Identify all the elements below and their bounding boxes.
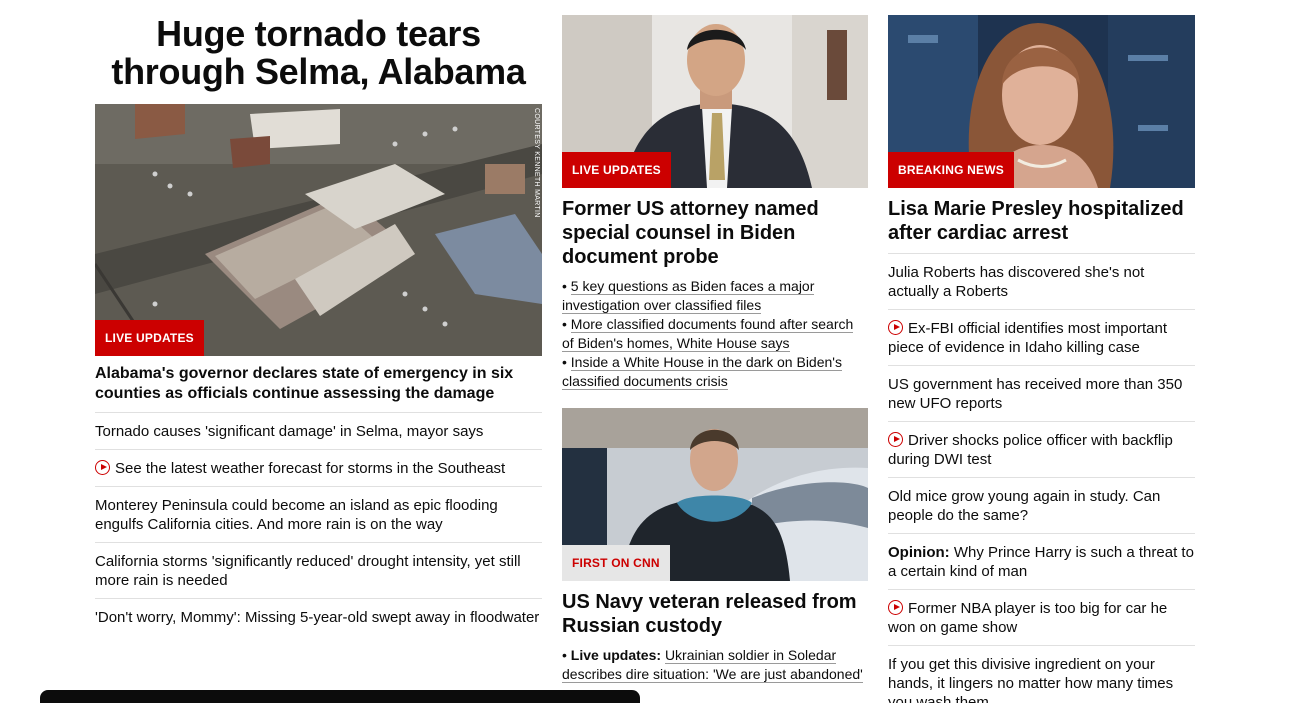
list-item[interactable]: See the latest weather forecast for stor…	[95, 449, 542, 486]
list-item[interactable]: Old mice grow young again in study. Can …	[888, 477, 1195, 533]
veteran-story: US Navy veteran released from Russian cu…	[562, 581, 868, 684]
list-item[interactable]: Ex-FBI official identifies most importan…	[888, 309, 1195, 365]
opinion-label: Opinion:	[888, 544, 950, 561]
third-column: BREAKING NEWS Lisa Marie Presley hospita…	[888, 15, 1195, 703]
list-item[interactable]: Opinion: Why Prince Harry is such a thre…	[888, 533, 1195, 589]
presley-headline[interactable]: Lisa Marie Presley hospitalized after ca…	[888, 197, 1195, 245]
list-item[interactable]: Julia Roberts has discovered she's not a…	[888, 253, 1195, 309]
bullet-link[interactable]: 5 key questions as Biden faces a major i…	[562, 278, 815, 314]
lead-link[interactable]: Alabama's governor declares state of eme…	[95, 364, 542, 404]
attorney-image[interactable]: LIVE UPDATES	[562, 15, 868, 188]
veteran-image[interactable]: FIRST ON CNN	[562, 408, 868, 581]
bullet-link[interactable]: Inside a White House in the dark on Bide…	[562, 354, 842, 390]
bullet-link[interactable]: More classified documents found after se…	[562, 316, 854, 352]
veteran-bullets: • Live updates: Ukrainian soldier in Sol…	[562, 646, 868, 684]
counsel-bullets: • 5 key questions as Biden faces a major…	[562, 277, 868, 391]
presley-image[interactable]: BREAKING NEWS	[888, 15, 1195, 188]
bullet-item: • Inside a White House in the dark on Bi…	[562, 354, 842, 390]
live-updates-badge: LIVE UPDATES	[95, 320, 204, 356]
list-item[interactable]: Driver shocks police officer with backfl…	[888, 421, 1195, 477]
list-item[interactable]: US government has received more than 350…	[888, 365, 1195, 421]
veteran-headline[interactable]: US Navy veteran released from Russian cu…	[562, 590, 868, 638]
first-on-cnn-badge: FIRST ON CNN	[562, 545, 670, 581]
play-icon	[888, 320, 903, 335]
second-column: LIVE UPDATES Former US attorney named sp…	[562, 15, 868, 683]
tornado-image[interactable]: COURTESY KENNETH MARTIN LIVE UPDATES	[95, 104, 542, 356]
list-item[interactable]: Monterey Peninsula could become an islan…	[95, 486, 542, 542]
bullet-item: • Live updates: Ukrainian soldier in Sol…	[562, 647, 863, 683]
bullet-item: • More classified documents found after …	[562, 316, 854, 352]
bullet-item: • 5 key questions as Biden faces a major…	[562, 278, 815, 314]
play-icon	[888, 432, 903, 447]
list-item[interactable]: Tornado causes 'significant damage' in S…	[95, 412, 542, 449]
related-list: Tornado causes 'significant damage' in S…	[95, 412, 542, 635]
list-item[interactable]: If you get this divisive ingredient on y…	[888, 645, 1195, 703]
main-story: Huge tornado tears through Selma, Alabam…	[95, 15, 542, 635]
counsel-headline[interactable]: Former US attorney named special counsel…	[562, 197, 868, 269]
bottom-overlay-bar	[40, 690, 640, 703]
list-item[interactable]: California storms 'significantly reduced…	[95, 542, 542, 598]
tornado-aerial-photo	[95, 104, 542, 356]
live-updates-label: Live updates:	[570, 647, 662, 663]
photo-credit: COURTESY KENNETH MARTIN	[533, 108, 540, 218]
list-item[interactable]: Former NBA player is too big for car he …	[888, 589, 1195, 645]
play-icon	[888, 600, 903, 615]
trending-list: Julia Roberts has discovered she's not a…	[888, 253, 1195, 703]
play-icon	[95, 460, 110, 475]
live-updates-badge: LIVE UPDATES	[562, 152, 671, 188]
main-headline[interactable]: Huge tornado tears through Selma, Alabam…	[95, 15, 542, 91]
list-item[interactable]: 'Don't worry, Mommy': Missing 5-year-old…	[95, 598, 542, 635]
breaking-news-badge: BREAKING NEWS	[888, 152, 1014, 188]
